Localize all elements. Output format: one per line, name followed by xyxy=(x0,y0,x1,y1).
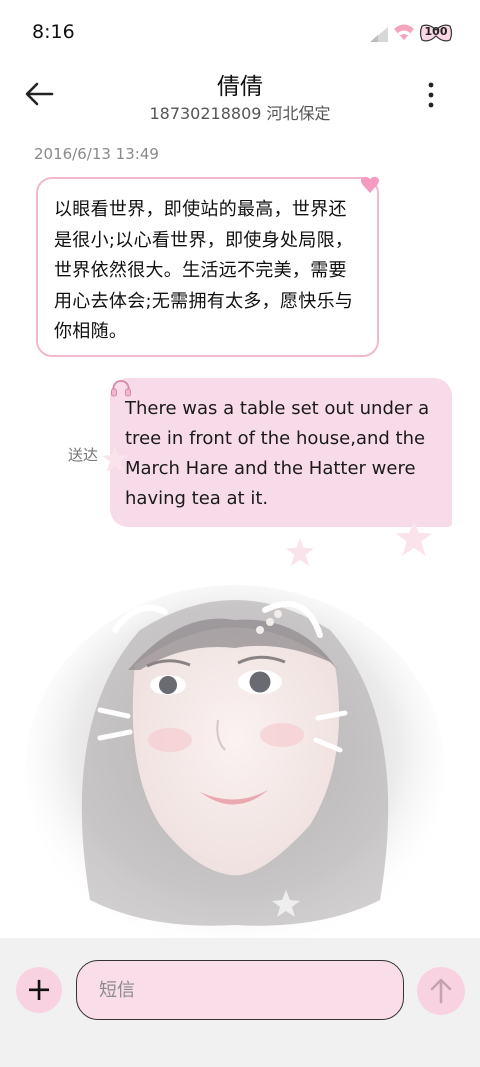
star-icon xyxy=(102,446,128,472)
battery-level: 100 xyxy=(424,25,448,38)
compose-bar: + xyxy=(0,938,480,1067)
status-time: 8:16 xyxy=(32,21,75,43)
star-icon xyxy=(396,520,432,556)
message-input[interactable] xyxy=(99,975,379,1005)
signal-icon xyxy=(370,27,388,42)
plus-icon: + xyxy=(25,970,53,1008)
add-attachment-button[interactable]: + xyxy=(16,967,62,1013)
headphone-icon xyxy=(111,380,131,397)
conversation-header: 倩倩 18730218809 河北保定 xyxy=(0,66,480,130)
delivery-status: 送达 xyxy=(68,446,99,464)
send-button[interactable] xyxy=(417,967,465,1015)
sent-message-wrapper: There was a table set out under a tree i… xyxy=(110,378,452,527)
received-message-text: 以眼看世界，即使站的最高，世界还是很小;以心看世界，即使身处局限，世界依然很大。… xyxy=(54,199,354,342)
received-message-bubble[interactable]: 以眼看世界，即使站的最高，世界还是很小;以心看世界，即使身处局限，世界依然很大。… xyxy=(36,177,379,357)
sent-message-text: There was a table set out under a tree i… xyxy=(125,398,430,509)
message-timestamp: 2016/6/13 13:49 xyxy=(34,145,159,163)
sent-message-bubble[interactable]: There was a table set out under a tree i… xyxy=(110,378,452,527)
heart-icon xyxy=(360,176,380,193)
status-bar: 8:16 100 xyxy=(0,0,480,66)
contact-number-location: 18730218809 河北保定 xyxy=(149,104,331,123)
wifi-icon xyxy=(394,24,414,40)
contact-name: 倩倩 xyxy=(217,74,263,100)
message-field[interactable] xyxy=(76,960,404,1020)
arrow-up-icon xyxy=(430,978,452,1004)
star-icon xyxy=(286,538,314,566)
battery-icon: 100 xyxy=(419,22,453,44)
more-options-icon[interactable] xyxy=(418,80,444,110)
chat-background-portrait xyxy=(25,585,445,940)
